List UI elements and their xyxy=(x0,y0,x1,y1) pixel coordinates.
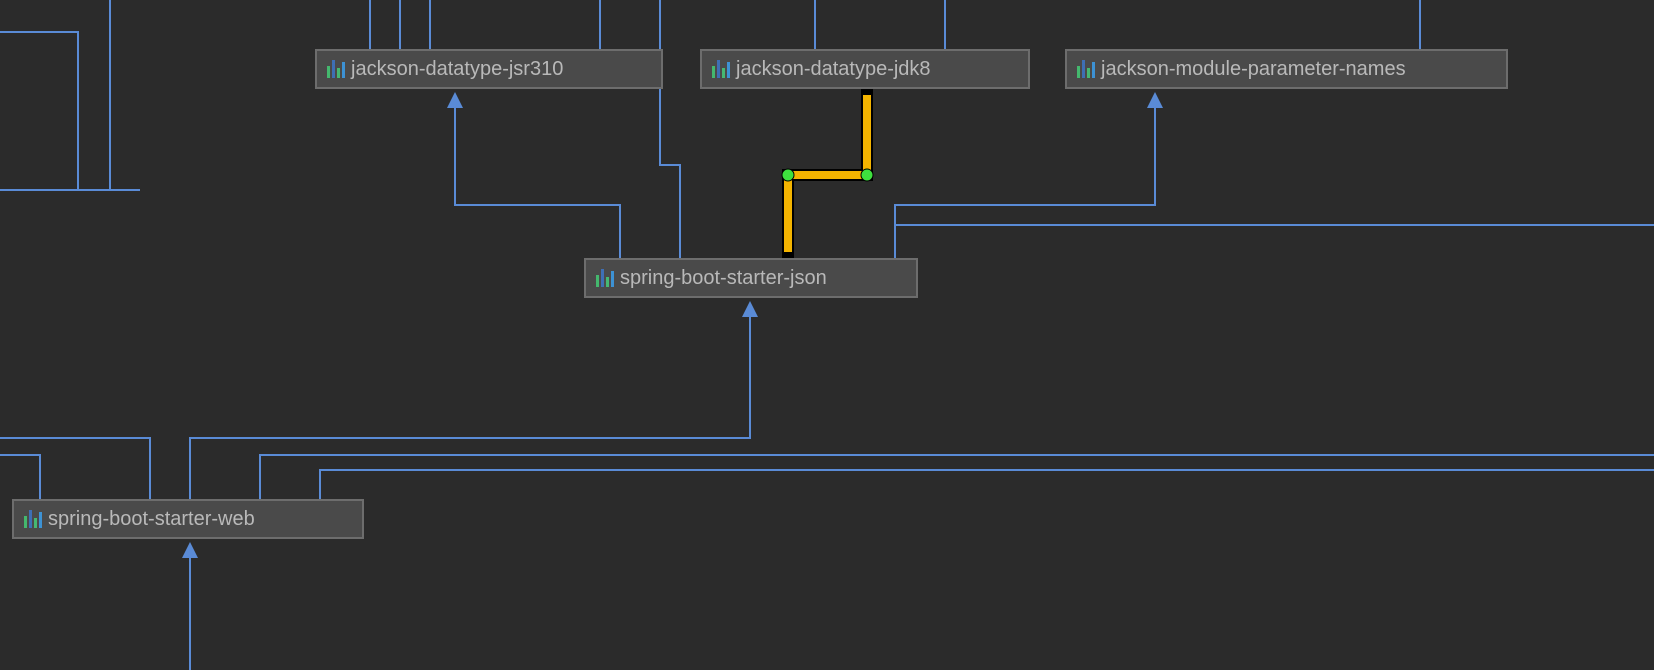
library-icon xyxy=(24,510,42,528)
node-label: jackson-module-parameter-names xyxy=(1101,49,1406,89)
library-icon xyxy=(1077,60,1095,78)
node-label: spring-boot-starter-web xyxy=(48,499,255,539)
node-spring-boot-starter-json[interactable]: spring-boot-starter-json xyxy=(584,258,918,298)
node-label: jackson-datatype-jsr310 xyxy=(351,49,563,89)
node-jackson-datatype-jdk8[interactable]: jackson-datatype-jdk8 xyxy=(700,49,1030,89)
node-jackson-module-parameter-names[interactable]: jackson-module-parameter-names xyxy=(1065,49,1508,89)
node-label: jackson-datatype-jdk8 xyxy=(736,49,931,89)
selected-edge[interactable] xyxy=(0,0,1654,670)
dependency-diagram-canvas[interactable]: jackson-datatype-jsr310 jackson-datatype… xyxy=(0,0,1654,670)
library-icon xyxy=(596,269,614,287)
node-jackson-datatype-jsr310[interactable]: jackson-datatype-jsr310 xyxy=(315,49,663,89)
node-spring-boot-starter-web[interactable]: spring-boot-starter-web xyxy=(12,499,364,539)
library-icon xyxy=(327,60,345,78)
edges-layer xyxy=(0,0,1654,670)
library-icon xyxy=(712,60,730,78)
node-label: spring-boot-starter-json xyxy=(620,258,827,298)
